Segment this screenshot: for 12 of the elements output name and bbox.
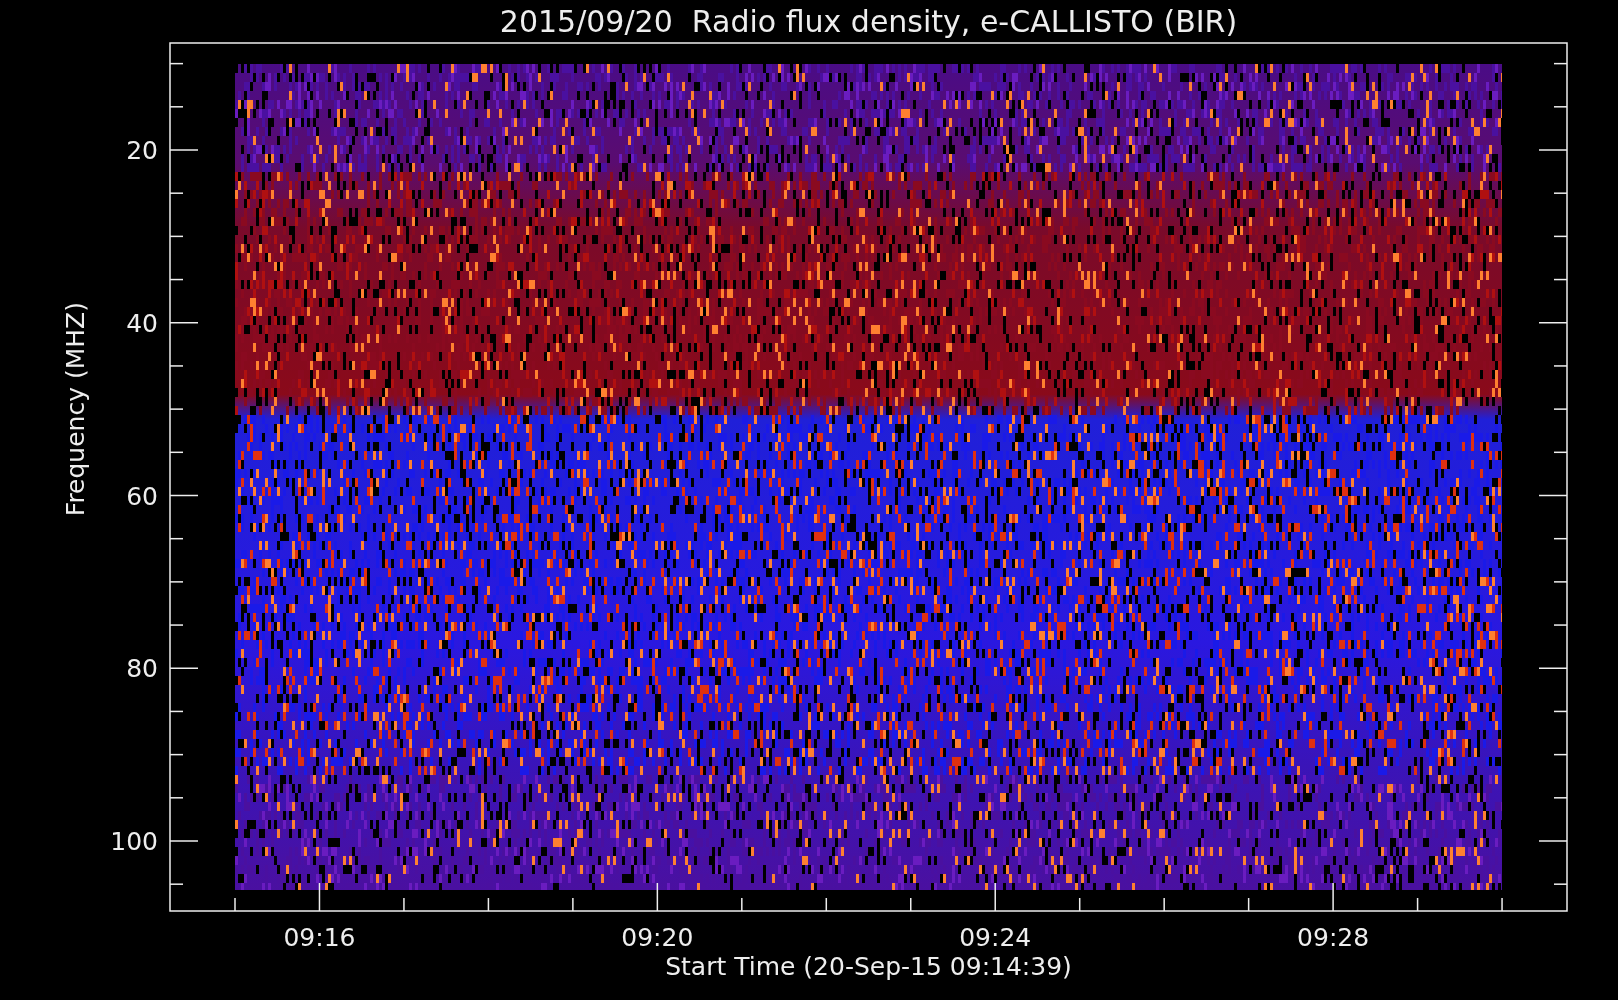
tick-label: 40	[126, 308, 158, 338]
chart-title: 2015/09/20 Radio flux density, e-CALLISTO (BIR)	[499, 4, 1238, 39]
axis-label: Start Time (20-Sep-15 09:14:39)	[665, 952, 1072, 981]
tick-label: 100	[110, 827, 158, 856]
tick-label: 80	[126, 654, 158, 684]
tick-label: 09:16	[283, 923, 356, 952]
axis-label: Frequency (MHZ)	[61, 302, 90, 517]
tick-label: 09:20	[621, 923, 694, 952]
tick-label: 09:24	[959, 923, 1032, 952]
tick-label: 60	[126, 481, 158, 511]
tick-label: 20	[126, 136, 158, 165]
tick-label: 09:28	[1297, 923, 1370, 952]
